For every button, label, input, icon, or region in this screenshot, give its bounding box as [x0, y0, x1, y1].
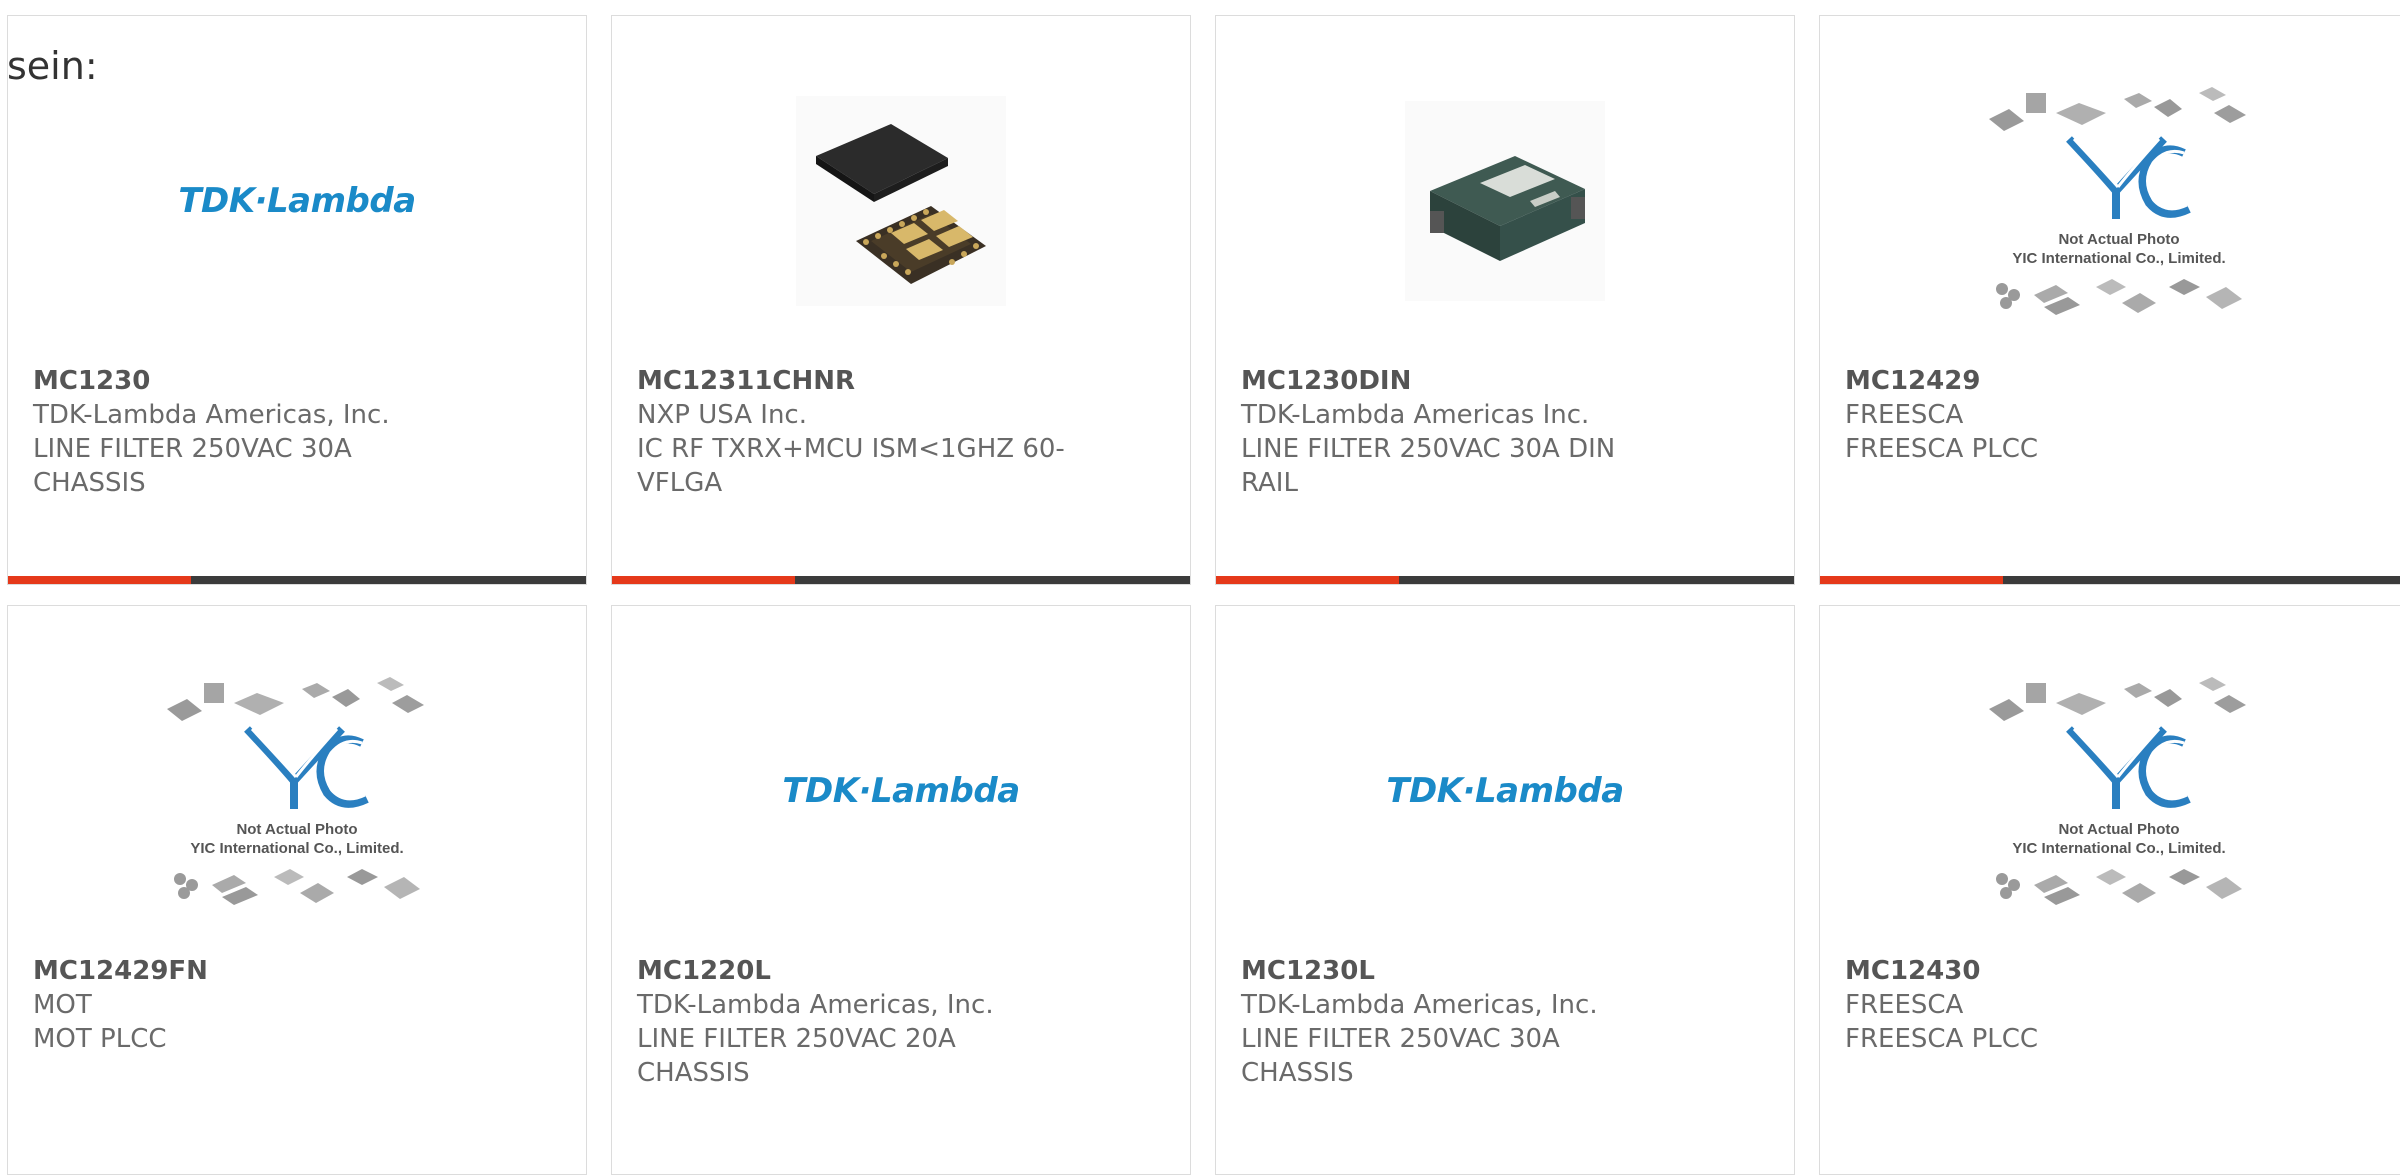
tdk-lambda-logo: TDK·Lambda — [782, 771, 1020, 811]
product-image[interactable]: Not Actual Photo YIC International Co., … — [1820, 656, 2400, 926]
description-line: CHASSIS — [1241, 1058, 1354, 1088]
product-card[interactable]: TDK·Lambda MC1220L TDK-Lambda Americas, … — [611, 605, 1191, 1175]
not-actual-photo-image: Not Actual Photo YIC International Co., … — [167, 677, 424, 905]
product-image[interactable] — [1216, 66, 1794, 336]
yic-company-label: YIC International Co., Limited. — [2012, 250, 2225, 267]
not-actual-photo-image: Not Actual Photo YIC International Co., … — [1989, 677, 2246, 905]
product-card[interactable]: Not Actual Photo YIC International Co., … — [1819, 605, 2400, 1175]
not-actual-photo-label: Not Actual Photo — [236, 821, 357, 838]
manufacturer: TDK-Lambda Americas Inc. — [1241, 400, 1590, 430]
manufacturer: MOT — [33, 990, 92, 1020]
chip-photo — [796, 96, 1006, 306]
product-image[interactable]: Not Actual Photo YIC International Co., … — [8, 656, 586, 926]
description-line: CHASSIS — [637, 1058, 750, 1088]
yic-company-label: YIC International Co., Limited. — [190, 840, 403, 857]
description-line: FREESCA PLCC — [1845, 434, 2039, 464]
part-number-link[interactable]: MC12430 — [1845, 954, 2285, 988]
part-number-link[interactable]: MC1230L — [1241, 954, 1681, 988]
product-image[interactable]: TDK·Lambda — [8, 66, 586, 336]
manufacturer: FREESCA — [1845, 990, 1964, 1020]
not-actual-photo-label: Not Actual Photo — [2058, 231, 2179, 248]
description-line: FREESCA PLCC — [1845, 1024, 2039, 1054]
card-bottom-bar — [1216, 576, 1794, 584]
intro-text: sein: — [7, 44, 98, 88]
card-accent — [1820, 576, 2003, 584]
product-image[interactable]: Not Actual Photo YIC International Co., … — [1820, 66, 2400, 336]
description-line: CHASSIS — [33, 468, 146, 498]
card-bottom-bar — [8, 576, 586, 584]
description-line: LINE FILTER 250VAC 30A — [1241, 1024, 1560, 1054]
manufacturer: TDK-Lambda Americas, Inc. — [637, 990, 994, 1020]
filter-module-photo — [1405, 101, 1605, 301]
description-line: RAIL — [1241, 468, 1298, 498]
description-line: LINE FILTER 250VAC 30A — [33, 434, 352, 464]
description-line: LINE FILTER 250VAC 20A — [637, 1024, 956, 1054]
manufacturer: TDK-Lambda Americas, Inc. — [1241, 990, 1598, 1020]
description-line: LINE FILTER 250VAC 30A DIN — [1241, 434, 1616, 464]
product-grid: TDK·Lambda MC1230 TDK-Lambda Americas, I… — [0, 0, 2400, 1175]
manufacturer: NXP USA Inc. — [637, 400, 807, 430]
product-card[interactable]: Not Actual Photo YIC International Co., … — [1819, 15, 2400, 585]
description-line: VFLGA — [637, 468, 723, 498]
part-number-link[interactable]: MC1230DIN — [1241, 364, 1681, 398]
manufacturer: TDK-Lambda Americas, Inc. — [33, 400, 390, 430]
product-card[interactable]: Not Actual Photo YIC International Co., … — [7, 605, 587, 1175]
part-number-link[interactable]: MC1230 — [33, 364, 473, 398]
tdk-lambda-logo: TDK·Lambda — [1386, 771, 1624, 811]
part-number-link[interactable]: MC12429 — [1845, 364, 2285, 398]
part-number-link[interactable]: MC12429FN — [33, 954, 473, 988]
product-card[interactable]: MC1230DIN TDK-Lambda Americas Inc. LINE … — [1215, 15, 1795, 585]
yic-company-label: YIC International Co., Limited. — [2012, 840, 2225, 857]
product-card[interactable]: TDK·Lambda MC1230 TDK-Lambda Americas, I… — [7, 15, 587, 585]
manufacturer: FREESCA — [1845, 400, 1964, 430]
product-image[interactable]: TDK·Lambda — [612, 656, 1190, 926]
product-image[interactable]: TDK·Lambda — [1216, 656, 1794, 926]
product-card[interactable]: MC12311CHNR NXP USA Inc. IC RF TXRX+MCU … — [611, 15, 1191, 585]
not-actual-photo-label: Not Actual Photo — [2058, 821, 2179, 838]
card-accent — [8, 576, 191, 584]
card-accent — [612, 576, 795, 584]
card-bottom-bar — [1820, 576, 2400, 584]
product-card[interactable]: TDK·Lambda MC1230L TDK-Lambda Americas, … — [1215, 605, 1795, 1175]
part-number-link[interactable]: MC1220L — [637, 954, 1077, 988]
tdk-lambda-logo: TDK·Lambda — [178, 181, 416, 221]
card-bottom-bar — [612, 576, 1190, 584]
part-number-link[interactable]: MC12311CHNR — [637, 364, 1077, 398]
description-line: MOT PLCC — [33, 1024, 167, 1054]
card-accent — [1216, 576, 1399, 584]
description-line: IC RF TXRX+MCU ISM<1GHZ 60- — [637, 434, 1065, 464]
product-image[interactable] — [612, 66, 1190, 336]
not-actual-photo-image: Not Actual Photo YIC International Co., … — [1989, 87, 2246, 315]
